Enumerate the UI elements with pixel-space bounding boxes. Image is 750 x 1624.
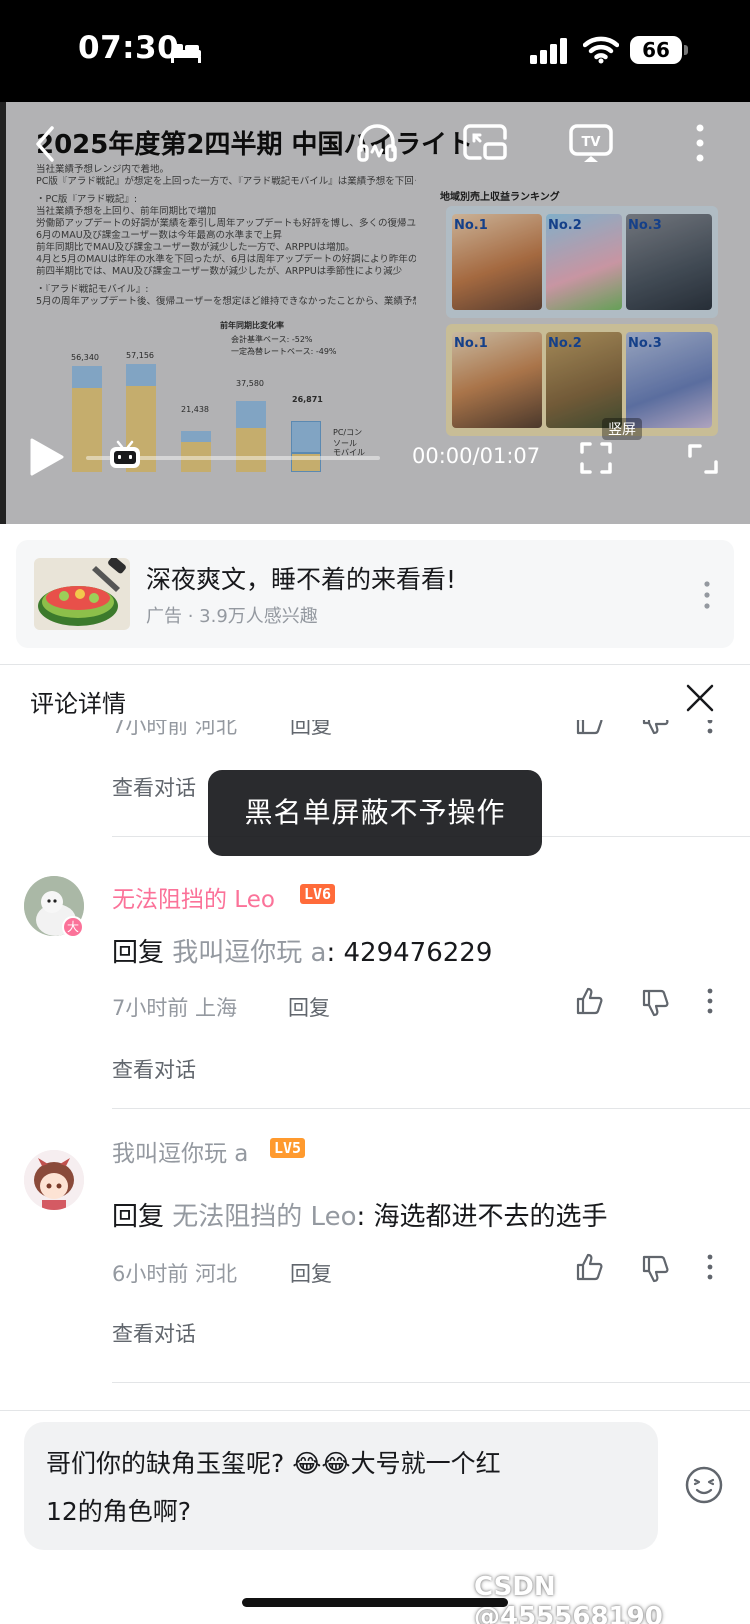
battery-cap — [684, 45, 688, 55]
home-indicator[interactable] — [242, 1598, 508, 1607]
comment-more-icon[interactable] — [706, 988, 714, 1014]
like-icon[interactable] — [574, 720, 604, 736]
wifi-icon — [583, 36, 619, 64]
comment-separator — [112, 1108, 750, 1109]
watermark: CSDN @455568190 — [474, 1572, 663, 1624]
comment-meta: 7小时前 上海 — [112, 996, 238, 1020]
toast-message: 黑名单屏蔽不予操作 — [208, 770, 542, 856]
input-line: 12的角色啊? — [46, 1497, 192, 1526]
ad-card[interactable]: 深夜爽文，睡不着的来看看! 广告 · 3.9万人感兴趣 — [16, 540, 734, 648]
comment-meta: 7小时前 河北 — [112, 720, 238, 738]
play-icon[interactable] — [26, 436, 66, 478]
emoji-icon[interactable] — [684, 1465, 724, 1505]
dislike-icon[interactable] — [640, 1254, 670, 1284]
sleep-bed-icon — [171, 44, 201, 63]
cellular-signal-icon — [530, 38, 567, 64]
level-badge: LV6 — [300, 884, 336, 904]
dislike-icon[interactable] — [640, 720, 670, 736]
reply-button[interactable]: 回复 — [290, 1258, 332, 1288]
comment-text: 回复 无法阻挡的 Leo: 海选都进不去的选手 — [112, 1196, 608, 1233]
view-conversation-link[interactable]: 查看对话 — [112, 1054, 196, 1084]
reply-target-user[interactable]: 我叫逗你玩 a — [172, 938, 326, 968]
view-conversation-link[interactable]: 查看对话 — [112, 772, 196, 802]
comment-input[interactable]: 哥们你的缺角玉玺呢? 😂😂大号就一个红 12的角色啊? — [24, 1422, 658, 1550]
ad-meta: 广告 · 3.9万人感兴趣 — [146, 606, 318, 627]
cast-tv-icon[interactable]: TV — [568, 120, 614, 164]
comment-more-icon[interactable] — [706, 1254, 714, 1280]
status-time: 07:30 — [78, 30, 180, 66]
status-bar: 07:30 66 — [0, 0, 750, 102]
ad-title[interactable]: 深夜爽文，睡不着的来看看! — [146, 560, 456, 596]
fullscreen-icon[interactable] — [686, 442, 720, 476]
reply-button[interactable]: 回复 — [288, 992, 330, 1022]
comment-separator — [112, 1382, 750, 1383]
reply-prefix: 回复 — [112, 1202, 165, 1232]
comment-content: : 海选都进不去的选手 — [356, 1202, 608, 1232]
battery-indicator: 66 — [630, 36, 682, 64]
big-member-badge-icon: 大 — [62, 916, 84, 938]
more-options-icon[interactable] — [690, 122, 710, 164]
comment-meta: 6小时前 河北 — [112, 1262, 238, 1286]
section-divider — [0, 664, 750, 665]
reply-target-user[interactable]: 无法阻挡的 Leo — [172, 1202, 356, 1232]
ad-more-icon[interactable] — [702, 580, 712, 610]
vertical-screen-label: 竖屏 — [602, 418, 642, 440]
input-line: 哥们你的缺角玉玺呢? 😂😂大号就一个红 — [46, 1449, 501, 1478]
avatar[interactable] — [24, 1150, 84, 1210]
comment-username[interactable]: 我叫逗你玩 a — [112, 1134, 248, 1168]
input-divider — [0, 1410, 750, 1411]
progress-thumb-bilibili-tv-icon[interactable] — [108, 440, 142, 470]
comment-more-icon[interactable] — [706, 720, 714, 734]
comment-username[interactable]: 无法阻挡的 Leo — [112, 880, 275, 914]
listen-audio-icon[interactable] — [355, 120, 399, 164]
like-icon[interactable] — [574, 1252, 604, 1282]
reply-prefix: 回复 — [112, 938, 165, 968]
like-icon[interactable] — [574, 986, 604, 1016]
back-arrow-icon[interactable] — [30, 124, 60, 164]
ad-thumbnail[interactable] — [34, 558, 130, 630]
comment-text: 回复 我叫逗你玩 a: 429476229 — [112, 932, 492, 969]
dislike-icon[interactable] — [640, 988, 670, 1018]
reply-button[interactable]: 回复 — [290, 720, 332, 740]
svg-text:TV: TV — [582, 135, 601, 150]
view-conversation-link[interactable]: 查看对话 — [112, 1318, 196, 1348]
avatar-image — [24, 1150, 84, 1210]
video-time: 00:00/01:07 — [412, 444, 541, 468]
comment-detail-title: 评论详情 — [30, 690, 126, 718]
close-icon[interactable] — [684, 682, 716, 714]
watermelon-image-icon — [34, 558, 130, 630]
vertical-fullscreen-icon[interactable] — [578, 440, 614, 476]
comment-content: : 429476229 — [326, 938, 493, 968]
level-badge: LV5 — [270, 1138, 306, 1158]
video-player[interactable]: 2025年度第2四半期 中国ハイライト 当社業績予想レンジ内で着地。 PC版『ア… — [0, 102, 750, 524]
picture-in-picture-icon[interactable] — [462, 122, 508, 162]
